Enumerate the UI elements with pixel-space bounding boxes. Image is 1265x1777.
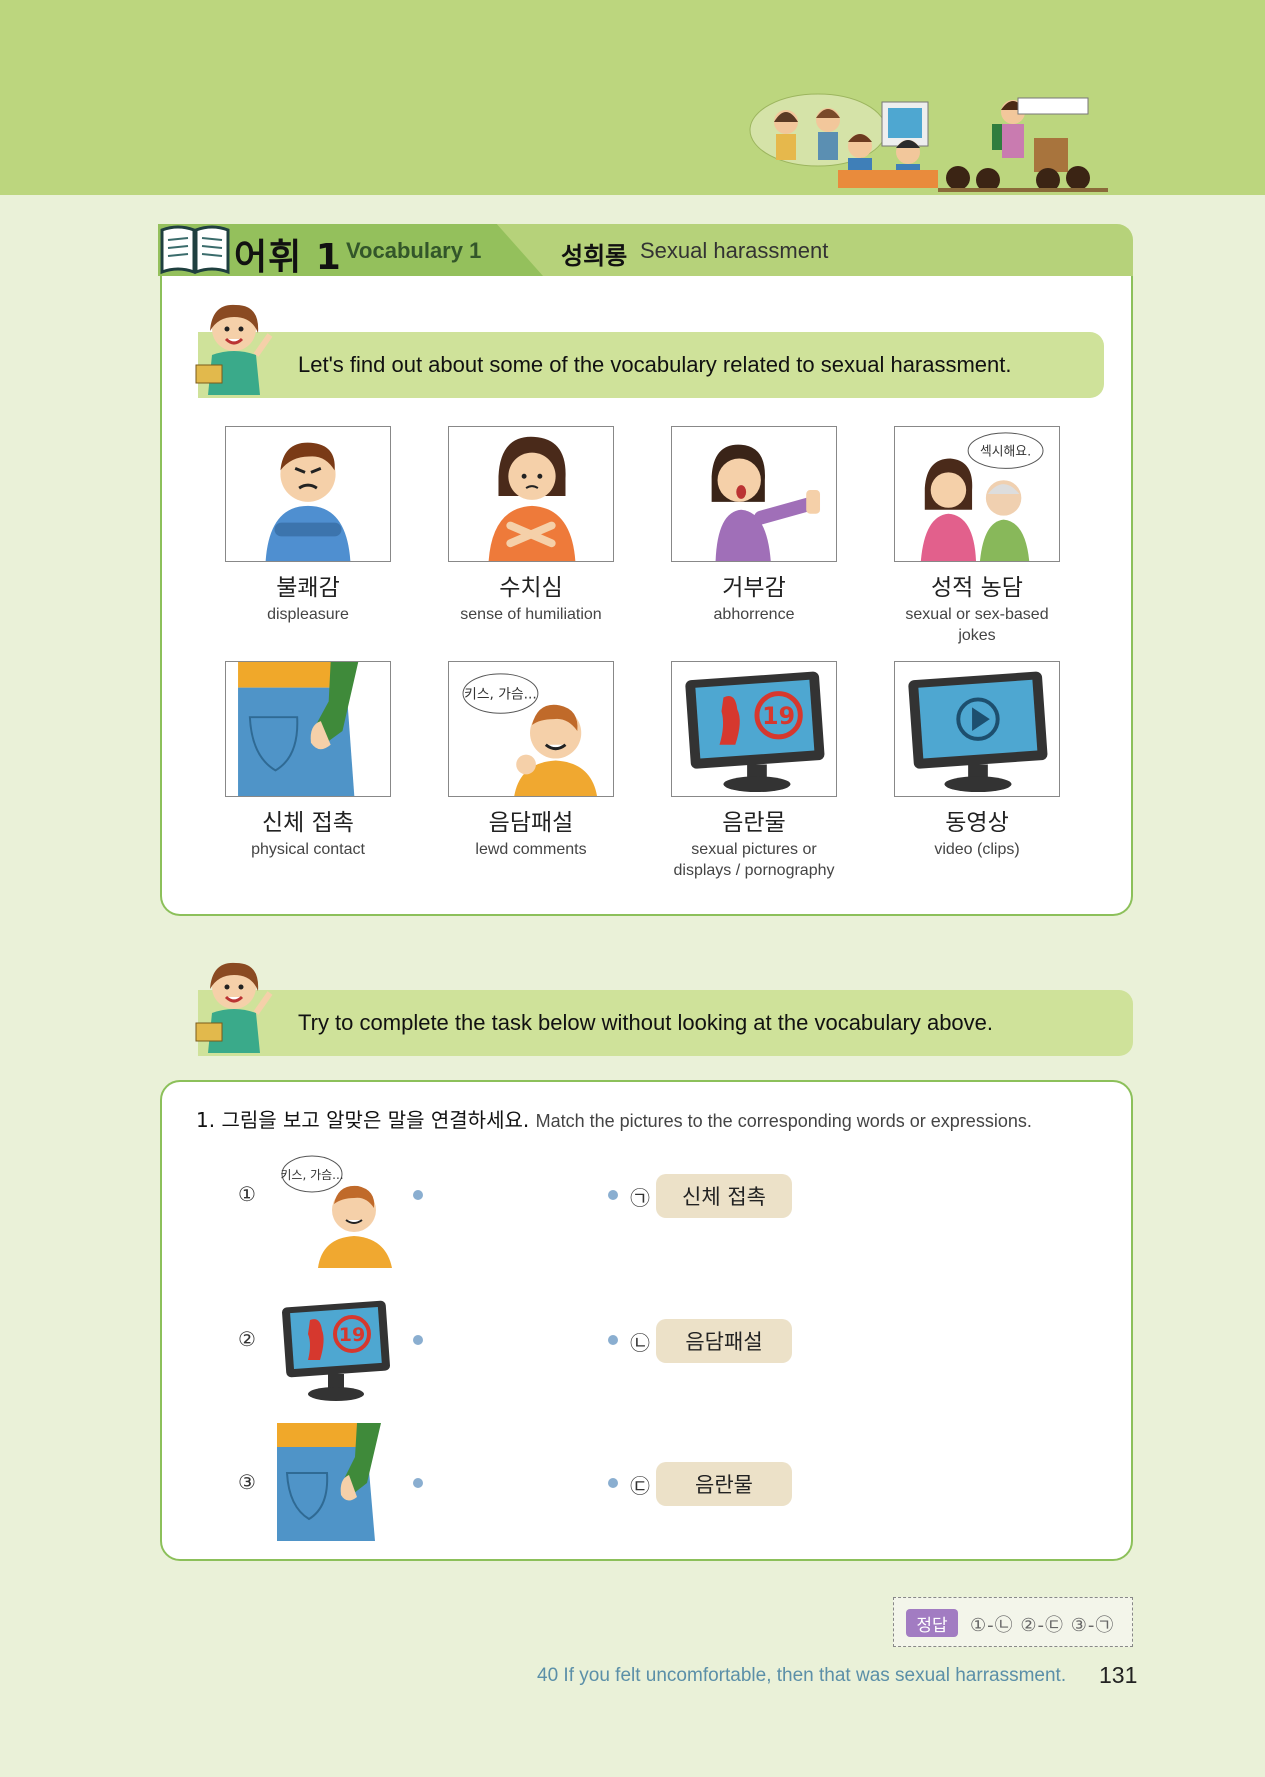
vocab-card: 19 음란물 sexual pictures or displays / por… <box>670 661 838 881</box>
exercise-picture-pornography: 19 <box>278 1294 396 1412</box>
vocab-card: 수치심 sense of humiliation <box>447 426 615 625</box>
vocab-korean: 음란물 <box>722 810 786 836</box>
svg-text:19: 19 <box>762 702 795 730</box>
intro-instruction-text: Let's find out about some of the vocabul… <box>298 352 1012 377</box>
vocab-english: sexual or sex-based jokes <box>905 606 1049 644</box>
footer-caption: 40 If you felt uncomfortable, then that … <box>537 1665 1067 1686</box>
vocab-korean: 성적 농담 <box>931 575 1023 601</box>
vocab-card: 불쾌감 displeasure <box>224 426 392 625</box>
svg-text:키스, 가슴...: 키스, 가슴... <box>464 686 537 702</box>
classroom-illustration <box>749 93 1108 192</box>
question-korean: 1. 그림을 보고 알맞은 말을 연결하세요. <box>196 1108 530 1132</box>
vocab-picture: 키스, 가슴... <box>448 661 614 797</box>
vocab-picture <box>225 426 391 562</box>
vocab-card: 거부감 abhorrence <box>670 426 838 625</box>
vocab-korean: 신체 접촉 <box>262 810 354 836</box>
option-word: 신체 접촉 <box>682 1185 766 1209</box>
item-number: ① <box>238 1182 256 1206</box>
match-dot-left[interactable] <box>413 1335 423 1345</box>
vocabulary-header: 어휘 1 Vocabulary 1 성희롱 Sexual harassment <box>158 224 1133 278</box>
vocab-card: 동영상 video (clips) <box>893 661 1061 860</box>
answer-text: ①-㉡ ②-㉢ ③-㉠ <box>970 1615 1115 1636</box>
match-dot-left[interactable] <box>413 1478 423 1488</box>
topic-english: Sexual harassment <box>640 238 829 263</box>
open-book-icon <box>160 225 230 275</box>
topic-korean: 성희롱 <box>561 242 628 270</box>
option-word: 음란물 <box>695 1473 753 1497</box>
task-instruction-bubble: Try to complete the task below without l… <box>198 990 1133 1056</box>
option-mark: ㉡ <box>630 1331 650 1355</box>
option-word-box[interactable]: 신체 접촉 <box>656 1174 792 1218</box>
vocab-picture <box>225 661 391 797</box>
match-dot-right[interactable] <box>608 1190 618 1200</box>
svg-text:키스, 가슴...: 키스, 가슴... <box>280 1168 343 1182</box>
answer-badge: 정답 <box>906 1609 958 1637</box>
teacher-avatar <box>195 304 273 395</box>
option-mark: ㉢ <box>630 1474 650 1498</box>
vocab-korean: 거부감 <box>722 575 786 601</box>
vocab-english: physical contact <box>251 841 365 858</box>
vocab-card: 섹시해요. 성적 농담 sexual or sex-based jokes <box>893 426 1061 646</box>
vocab-korean: 불쾌감 <box>276 575 340 601</box>
vocab-english: lewd comments <box>475 841 587 858</box>
vocab-card: 키스, 가슴... 음담패설 lewd comments <box>447 661 615 860</box>
item-number: ③ <box>238 1470 256 1494</box>
svg-text:섹시해요.: 섹시해요. <box>980 445 1031 460</box>
exercise-question: 1. 그림을 보고 알맞은 말을 연결하세요. Match the pictur… <box>196 1104 1032 1133</box>
teacher-avatar <box>195 962 273 1053</box>
item-number: ② <box>238 1327 256 1351</box>
option-word: 음담패설 <box>685 1330 763 1354</box>
vocab-korean: 음담패설 <box>488 810 574 836</box>
match-dot-right[interactable] <box>608 1478 618 1488</box>
exercise-picture-lewd-comments: 키스, 가슴... <box>278 1150 396 1268</box>
vocab-picture <box>448 426 614 562</box>
vocab-picture <box>894 661 1060 797</box>
question-english: Match the pictures to the corresponding … <box>535 1111 1032 1131</box>
vocab-english: video (clips) <box>934 841 1020 858</box>
option-word-box[interactable]: 음담패설 <box>656 1319 792 1363</box>
vocab-english: displeasure <box>267 606 349 623</box>
option-word-box[interactable]: 음란물 <box>656 1462 792 1506</box>
section-title-english: Vocabulary 1 <box>346 238 482 263</box>
section-title-korean: 어휘 1 <box>234 237 342 278</box>
vocab-picture: 섹시해요. <box>894 426 1060 562</box>
vocab-picture <box>671 426 837 562</box>
answer-key: 정답 ①-㉡ ②-㉢ ③-㉠ <box>893 1597 1133 1647</box>
match-dot-right[interactable] <box>608 1335 618 1345</box>
option-mark: ㉠ <box>630 1186 650 1210</box>
svg-text:19: 19 <box>339 1324 365 1346</box>
vocab-card: 신체 접촉 physical contact <box>224 661 392 860</box>
intro-instruction-bubble: Let's find out about some of the vocabul… <box>198 332 1104 398</box>
page-number: 131 <box>1099 1662 1138 1688</box>
vocab-english: abhorrence <box>713 606 795 623</box>
task-instruction-text: Try to complete the task below without l… <box>298 1010 994 1035</box>
vocab-english: sense of humiliation <box>460 606 602 623</box>
vocab-picture: 19 <box>671 661 837 797</box>
match-dot-left[interactable] <box>413 1190 423 1200</box>
vocab-korean: 동영상 <box>945 810 1009 836</box>
vocab-english: sexual pictures or displays / pornograph… <box>673 841 835 879</box>
vocab-korean: 수치심 <box>499 575 563 601</box>
exercise-picture-physical-contact <box>277 1423 395 1541</box>
